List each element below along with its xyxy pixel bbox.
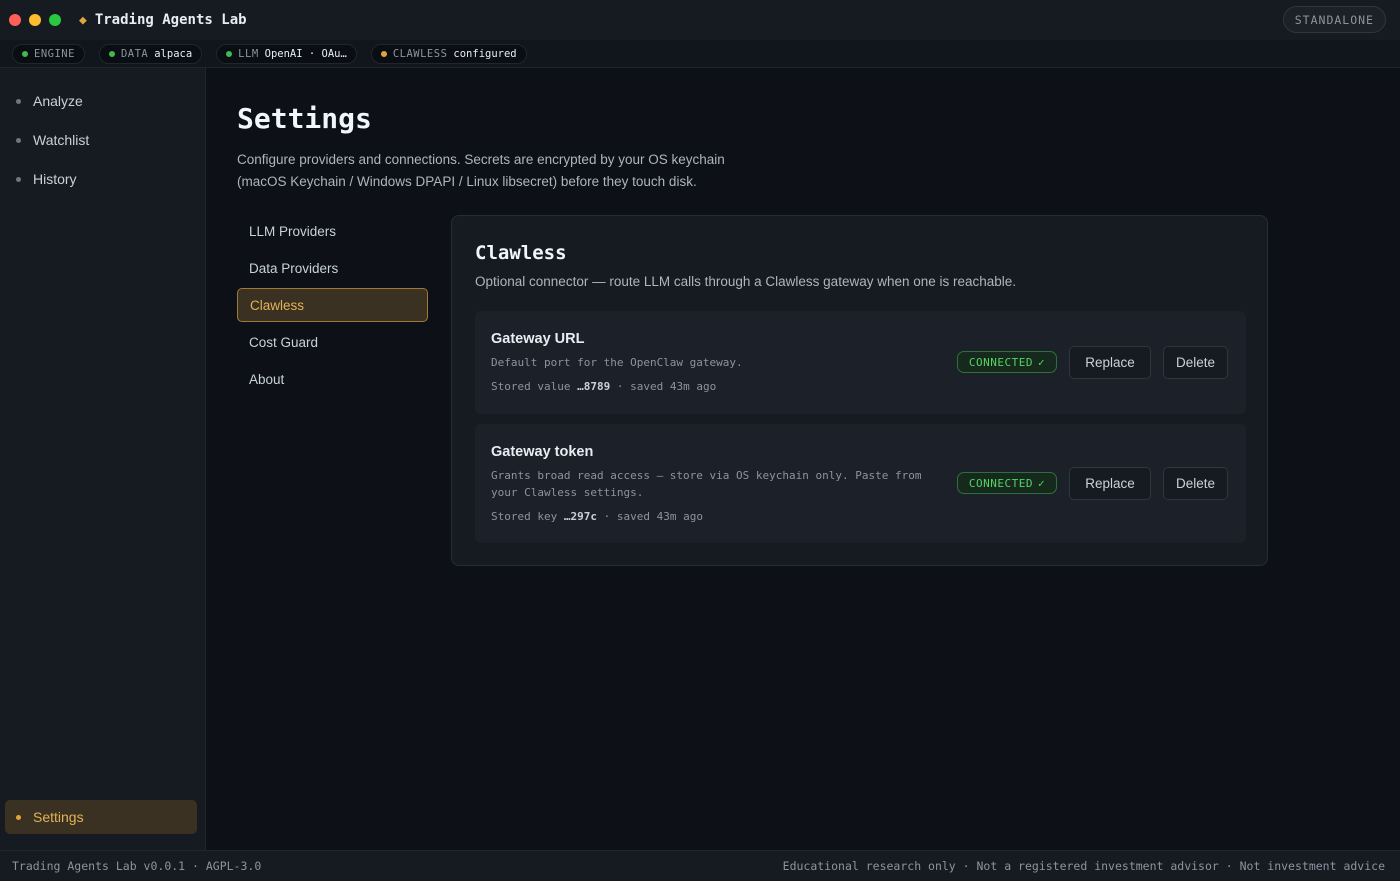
- sidebar-item-settings[interactable]: Settings: [5, 800, 197, 834]
- replace-button[interactable]: Replace: [1069, 346, 1151, 379]
- footer-version: Trading Agents Lab v0.0.1 · AGPL-3.0: [12, 859, 262, 873]
- chip-value: OpenAI · OAu…: [264, 47, 347, 60]
- meta-suffix: · saved 43m ago: [603, 510, 703, 523]
- footer-disclaimer: Educational research only · Not a regist…: [782, 859, 1385, 873]
- status-dot-icon: [380, 50, 387, 57]
- connected-badge: CONNECTED ✓: [957, 472, 1057, 494]
- settings-nav-llm-providers[interactable]: LLM Providers: [237, 214, 428, 248]
- card-meta: Stored key …297c · saved 43m ago: [491, 510, 703, 523]
- footer: Trading Agents Lab v0.0.1 · AGPL-3.0 Edu…: [0, 850, 1400, 881]
- sidebar-item-label: Watchlist: [33, 132, 90, 148]
- sidebar-item-label: Analyze: [33, 93, 83, 109]
- page-description: Configure providers and connections. Sec…: [237, 152, 725, 189]
- check-icon: ✓: [1037, 476, 1046, 490]
- minimize-window-button[interactable]: [29, 14, 41, 26]
- settings-nav-data-providers[interactable]: Data Providers: [237, 251, 428, 285]
- status-dot-icon: [108, 50, 115, 57]
- card-meta: Stored value …8789 · saved 43m ago: [491, 380, 716, 393]
- maximize-window-button[interactable]: [49, 14, 61, 26]
- status-dot-icon: [226, 50, 233, 57]
- panel-title: Clawless: [475, 242, 567, 264]
- connected-badge: CONNECTED ✓: [957, 351, 1057, 373]
- card-description: Grants broad read access — store via OS …: [491, 469, 922, 499]
- card-title: Gateway URL: [491, 331, 585, 347]
- card-title: Gateway token: [491, 444, 594, 460]
- delete-button[interactable]: Delete: [1163, 346, 1228, 379]
- sidebar-item-analyze[interactable]: Analyze: [5, 84, 197, 118]
- meta-suffix: · saved 43m ago: [616, 380, 717, 393]
- window-controls: [9, 14, 61, 26]
- app-title: ◆ Trading Agents Lab: [79, 12, 247, 28]
- chip-key: DATA: [120, 47, 149, 60]
- status-chip-llm[interactable]: LLM OpenAI · OAu…: [216, 43, 357, 64]
- delete-button[interactable]: Delete: [1163, 467, 1228, 500]
- meta-prefix: Stored value: [491, 380, 571, 393]
- status-bar: ENGINE DATA alpaca LLM OpenAI · OAu… CLA…: [0, 40, 1400, 68]
- title-bar: ◆ Trading Agents Lab STANDALONE: [0, 0, 1400, 40]
- sidebar-item-label: Settings: [33, 809, 84, 825]
- gateway-url-card: Gateway URL Default port for the OpenCla…: [475, 311, 1246, 414]
- card-description: Default port for the OpenClaw gateway.: [491, 356, 743, 369]
- settings-nav-clawless[interactable]: Clawless: [237, 288, 428, 322]
- sidebar-item-watchlist[interactable]: Watchlist: [5, 123, 197, 157]
- bullet-icon: [16, 98, 21, 104]
- status-chip-data[interactable]: DATA alpaca: [98, 43, 203, 64]
- bullet-icon: [16, 814, 21, 820]
- stored-key: …297c: [563, 510, 597, 523]
- chip-key: ENGINE: [34, 47, 75, 60]
- status-chip-clawless[interactable]: CLAWLESS configured: [370, 43, 527, 64]
- sidebar-item-history[interactable]: History: [5, 162, 197, 196]
- sidebar: Analyze Watchlist History Settings: [0, 68, 206, 850]
- status-text: CONNECTED: [968, 476, 1033, 490]
- clawless-panel: Clawless Optional connector — route LLM …: [451, 215, 1268, 566]
- check-icon: ✓: [1037, 355, 1046, 369]
- status-text: CONNECTED: [968, 355, 1033, 369]
- stored-value: …8789: [577, 380, 611, 393]
- diamond-logo-icon: ◆: [79, 12, 87, 28]
- bullet-icon: [16, 137, 21, 143]
- meta-prefix: Stored key: [491, 510, 558, 523]
- chip-value: configured: [453, 47, 517, 60]
- panel-description: Optional connector — route LLM calls thr…: [475, 274, 1017, 289]
- close-window-button[interactable]: [9, 14, 21, 26]
- chip-key: LLM: [238, 47, 259, 60]
- settings-nav-cost-guard[interactable]: Cost Guard: [237, 325, 428, 359]
- sidebar-item-label: History: [33, 171, 77, 187]
- app-title-text: Trading Agents Lab: [94, 12, 247, 28]
- page-title: Settings: [237, 102, 372, 135]
- chip-value: alpaca: [154, 47, 193, 60]
- replace-button[interactable]: Replace: [1069, 467, 1151, 500]
- settings-nav-about[interactable]: About: [237, 362, 428, 396]
- status-chip-engine[interactable]: ENGINE: [12, 43, 85, 64]
- standalone-badge: STANDALONE: [1282, 6, 1386, 33]
- status-dot-icon: [22, 50, 28, 57]
- gateway-token-card: Gateway token Grants broad read access —…: [475, 424, 1246, 543]
- chip-key: CLAWLESS: [392, 47, 448, 60]
- bullet-icon: [16, 176, 21, 182]
